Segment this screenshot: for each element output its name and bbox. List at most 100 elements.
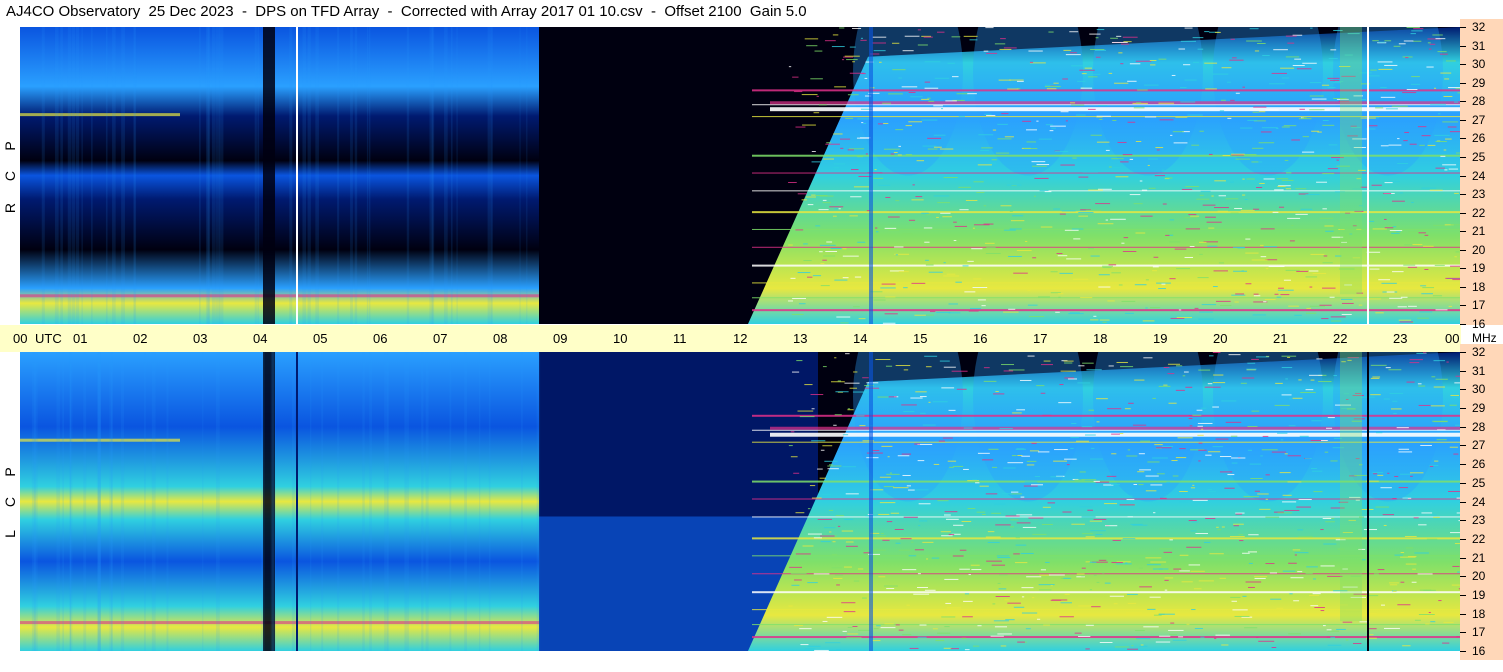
polarization-letter: P <box>2 141 18 151</box>
freq-tick-label: 30 <box>1472 57 1486 72</box>
freq-tick-label: 20 <box>1472 242 1486 257</box>
freq-tick <box>1460 64 1466 66</box>
freq-tick <box>1460 370 1466 372</box>
freq-tick <box>1460 520 1466 522</box>
freq-tick-label: 19 <box>1472 587 1486 602</box>
freq-tick-label: 32 <box>1472 20 1486 34</box>
polarization-letter: C <box>2 496 18 507</box>
freq-tick <box>1460 501 1466 503</box>
freq-tick <box>1460 613 1466 615</box>
lcp-spectrogram-panel <box>20 352 1460 651</box>
freq-tick-label: 22 <box>1472 205 1486 220</box>
freq-tick-label: 18 <box>1472 279 1486 294</box>
freq-tick <box>1460 45 1466 47</box>
freq-tick-label: 26 <box>1472 131 1486 146</box>
freq-tick <box>1460 119 1466 121</box>
time-tick-label: 05 <box>313 331 328 346</box>
freq-tick-label: 28 <box>1472 94 1486 109</box>
time-tick-label: 02 <box>133 331 148 346</box>
freq-tick <box>1460 27 1466 28</box>
freq-tick-label: 19 <box>1472 261 1486 276</box>
freq-tick <box>1460 305 1466 307</box>
time-tick-label: 23 <box>1393 331 1408 346</box>
freq-tick <box>1460 464 1466 466</box>
time-tick-label: 20 <box>1213 331 1228 346</box>
freq-tick <box>1460 212 1466 214</box>
freq-tick-label: 16 <box>1472 317 1486 331</box>
freq-tick-label: 23 <box>1472 187 1486 202</box>
time-tick-label: 06 <box>373 331 388 346</box>
freq-tick-label: 23 <box>1472 513 1486 528</box>
time-tick-label: 10 <box>613 331 628 346</box>
freq-tick <box>1460 445 1466 447</box>
freq-tick-label: 25 <box>1472 149 1486 164</box>
freq-tick-label: 16 <box>1472 644 1486 658</box>
freq-tick-label: 32 <box>1472 345 1486 359</box>
freq-tick <box>1460 408 1466 410</box>
freq-tick <box>1460 632 1466 634</box>
freq-tick <box>1460 231 1466 233</box>
freq-tick-label: 25 <box>1472 475 1486 490</box>
freq-tick <box>1460 576 1466 578</box>
freq-tick <box>1460 175 1466 177</box>
freq-tick <box>1460 268 1466 270</box>
chart-title: AJ4CO Observatory 25 Dec 2023 - DPS on T… <box>6 3 807 20</box>
lcp-spectrogram <box>20 352 1460 651</box>
time-tick-label: 15 <box>913 331 928 346</box>
freq-tick-label: 31 <box>1472 363 1486 378</box>
freq-tick-label: 24 <box>1472 494 1486 509</box>
time-tick-label: 12 <box>733 331 748 346</box>
freq-tick-label: 29 <box>1472 401 1486 416</box>
utc-unit-label: UTC <box>35 331 62 346</box>
freq-tick-label: 26 <box>1472 457 1486 472</box>
freq-tick-label: 21 <box>1472 224 1486 239</box>
polarization-letter: C <box>2 170 18 181</box>
polarization-letter: P <box>2 466 18 477</box>
freq-tick-label: 29 <box>1472 75 1486 90</box>
freq-tick <box>1460 651 1466 652</box>
freq-tick <box>1460 249 1466 251</box>
freq-tick <box>1460 426 1466 428</box>
freq-tick-label: 27 <box>1472 438 1486 453</box>
time-tick-label: 04 <box>253 331 268 346</box>
time-tick-label: 00 <box>1445 331 1460 346</box>
time-tick-label: 08 <box>493 331 508 346</box>
time-tick-label: 19 <box>1153 331 1168 346</box>
polarization-letter: L <box>2 530 18 539</box>
time-tick-label: 09 <box>553 331 568 346</box>
freq-tick-label: 28 <box>1472 419 1486 434</box>
freq-tick <box>1460 82 1466 84</box>
freq-tick <box>1460 482 1466 484</box>
freq-tick-label: 18 <box>1472 606 1486 621</box>
time-tick-label: 01 <box>73 331 88 346</box>
time-tick-label: 13 <box>793 331 808 346</box>
freq-tick <box>1460 156 1466 158</box>
frequency-axis-top: 32 31 30 29 28 27 26 25 24 23 22 21 20 19 18 17 16 <box>1460 19 1503 331</box>
freq-tick <box>1460 101 1466 103</box>
polarization-letter: R <box>2 203 18 214</box>
freq-tick <box>1460 194 1466 196</box>
rcp-spectrogram <box>20 27 1460 324</box>
time-tick-label: 11 <box>673 331 687 346</box>
freq-tick-label: 24 <box>1472 168 1486 183</box>
freq-tick <box>1460 138 1466 140</box>
frequency-axis-bottom: 32 31 30 29 28 27 26 25 24 23 22 21 20 19 18 17 16 <box>1460 344 1503 660</box>
freq-tick <box>1460 324 1466 325</box>
time-tick-label: 18 <box>1093 331 1108 346</box>
time-tick-label: 14 <box>853 331 868 346</box>
freq-tick-label: 20 <box>1472 569 1486 584</box>
time-tick-label: 17 <box>1033 331 1048 346</box>
time-tick-label: 21 <box>1273 331 1288 346</box>
freq-tick-label: 31 <box>1472 38 1486 53</box>
freq-tick <box>1460 352 1466 353</box>
time-tick-label: 22 <box>1333 331 1348 346</box>
freq-tick <box>1460 557 1466 559</box>
freq-tick-label: 30 <box>1472 382 1486 397</box>
time-axis: 00 UTC 01 02 03 04 05 06 07 08 09 10 11 12 13 14 15 16 17 1… <box>0 325 1461 352</box>
freq-tick <box>1460 594 1466 596</box>
freq-tick <box>1460 286 1466 288</box>
time-tick-label: 03 <box>193 331 208 346</box>
mhz-unit-label: MHz <box>1472 331 1497 345</box>
freq-tick-label: 17 <box>1472 625 1486 640</box>
freq-tick-label: 27 <box>1472 112 1486 127</box>
